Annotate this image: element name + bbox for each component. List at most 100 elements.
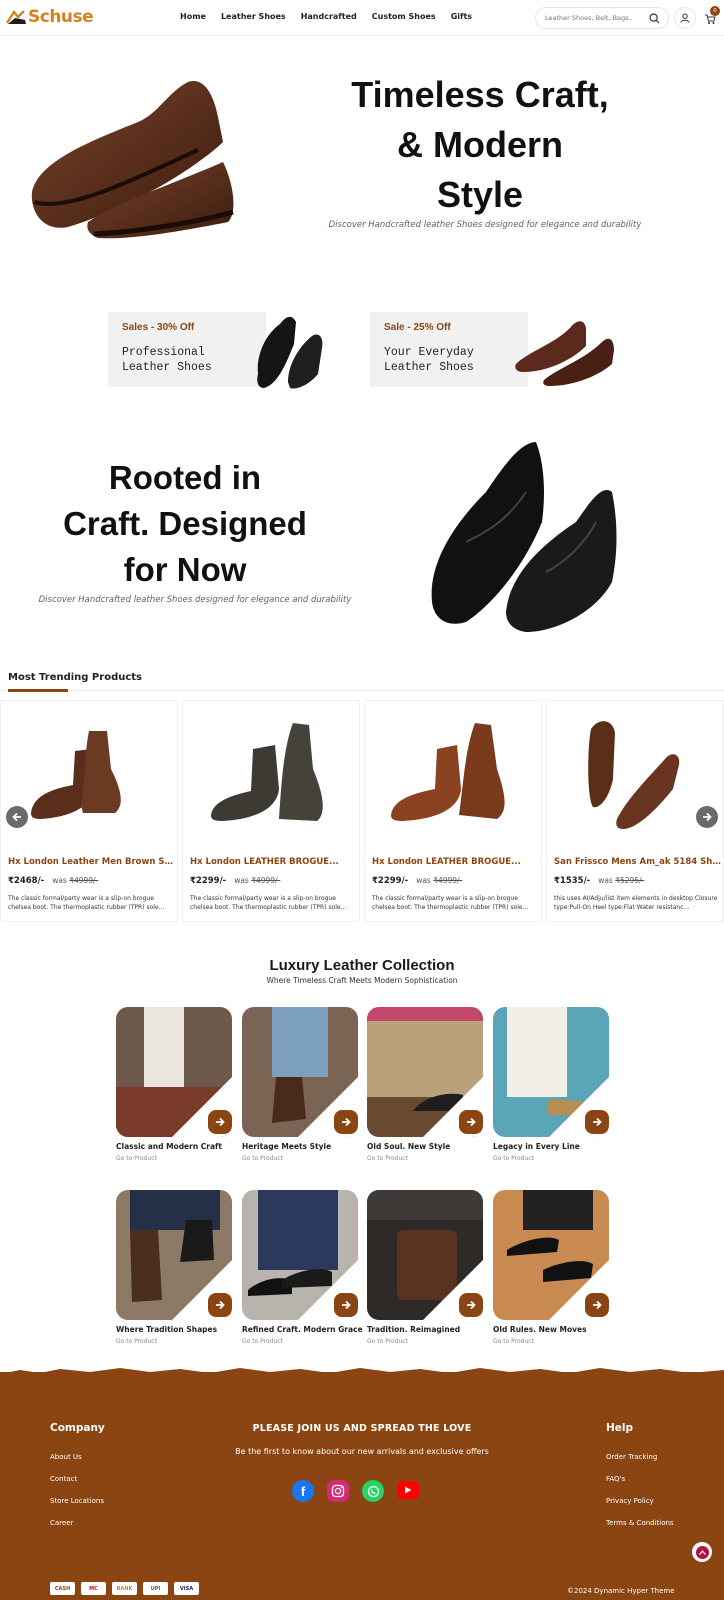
footer-link-privacy[interactable]: Privacy Policy <box>606 1497 654 1505</box>
search-input[interactable] <box>545 14 645 22</box>
collection-tile[interactable] <box>367 1190 483 1320</box>
carousel-prev-button[interactable] <box>6 806 28 828</box>
nav-gifts[interactable]: Gifts <box>451 12 472 21</box>
site-header: Schuse Home Leather Shoes Handcrafted Cu… <box>0 0 724 36</box>
search-box <box>535 7 669 29</box>
youtube-icon[interactable] <box>397 1481 419 1499</box>
tile-label[interactable]: Where Tradition Shapes <box>116 1325 217 1334</box>
tile-label[interactable]: Tradition. Reimagined <box>367 1325 460 1334</box>
footer-help-title: Help <box>606 1422 634 1434</box>
go-arrow-button[interactable] <box>459 1110 483 1134</box>
collection-tile[interactable] <box>493 1190 609 1320</box>
nav-custom-shoes[interactable]: Custom Shoes <box>372 12 436 21</box>
go-arrow-button[interactable] <box>585 1110 609 1134</box>
product-was-price: was ₹4999/- <box>234 876 281 885</box>
promo-title: Your Everyday Leather Shoes <box>384 346 474 374</box>
collection-tile[interactable] <box>367 1007 483 1137</box>
facebook-icon[interactable]: f <box>292 1480 314 1502</box>
product-was-price: was ₹5295/- <box>598 876 645 885</box>
footer-link-career[interactable]: Career <box>50 1519 73 1527</box>
collection-tile[interactable] <box>242 1190 358 1320</box>
promo-tag: Sale - 25% Off <box>384 322 451 333</box>
hero-shoe-image <box>31 81 234 239</box>
tile-label[interactable]: Legacy in Every Line <box>493 1142 580 1151</box>
nav-home[interactable]: Home <box>180 12 206 21</box>
footer-link-faq[interactable]: FAQ's <box>606 1475 625 1483</box>
go-arrow-button[interactable] <box>208 1110 232 1134</box>
promo-card-professional[interactable]: Sales - 30% Off Professional Leather Sho… <box>108 312 266 387</box>
collection-tile[interactable] <box>242 1007 358 1137</box>
arrow-right-icon <box>216 1117 225 1127</box>
tile-label[interactable]: Classic and Modern Craft <box>116 1142 222 1151</box>
tile-link[interactable]: Go to Product <box>116 1155 157 1162</box>
go-arrow-button[interactable] <box>585 1293 609 1317</box>
product-was-price: was ₹4999/- <box>52 876 99 885</box>
go-arrow-button[interactable] <box>208 1293 232 1317</box>
account-button[interactable] <box>674 7 696 29</box>
tile-label[interactable]: Refined Craft. Modern Grace <box>242 1325 363 1334</box>
search-icon[interactable] <box>649 13 660 24</box>
tile-label[interactable]: Old Rules. New Moves <box>493 1325 587 1334</box>
product-name[interactable]: Hx London LEATHER BROGUE... <box>190 857 358 867</box>
go-arrow-button[interactable] <box>334 1293 358 1317</box>
instagram-icon[interactable] <box>327 1480 349 1502</box>
product-price: ₹2299/- was ₹4999/- <box>190 876 281 886</box>
product-name[interactable]: San Frissco Mens Am_ak 5184 Shoes -... <box>554 857 722 867</box>
promo-tag: Sales - 30% Off <box>122 322 195 333</box>
bank-payment-icon: BANK <box>112 1582 137 1595</box>
hero-subtitle: Discover Handcrafted leather Shoes desig… <box>328 220 642 230</box>
footer-link-stores[interactable]: Store Locations <box>50 1497 104 1505</box>
visa-icon: VISA <box>174 1582 199 1595</box>
arrow-left-icon <box>12 812 21 822</box>
product-card[interactable]: Hx London LEATHER BROGUE... ₹2299/- was … <box>364 700 542 922</box>
rooted-subtitle: Discover Handcrafted leather Shoes desig… <box>38 595 352 605</box>
trending-accent-bar <box>8 689 68 692</box>
collection-tile[interactable] <box>116 1190 232 1320</box>
tile-link[interactable]: Go to Product <box>116 1338 157 1345</box>
brand-name: Schuse <box>28 7 94 27</box>
tile-label[interactable]: Old Soul. New Style <box>367 1142 450 1151</box>
tile-label[interactable]: Heritage Meets Style <box>242 1142 331 1151</box>
footer-link-order-tracking[interactable]: Order Tracking <box>606 1453 657 1461</box>
promo-card-everyday[interactable]: Sale - 25% Off Your Everyday Leather Sho… <box>370 312 528 387</box>
trending-divider <box>0 690 724 691</box>
product-name[interactable]: Hx London Leather Men Brown Sturd... <box>8 857 176 867</box>
arrow-right-icon <box>216 1300 225 1310</box>
scroll-to-top-button[interactable] <box>692 1542 712 1562</box>
tile-link[interactable]: Go to Product <box>493 1155 534 1162</box>
nav-leather-shoes[interactable]: Leather Shoes <box>221 12 286 21</box>
product-name[interactable]: Hx London LEATHER BROGUE... <box>372 857 540 867</box>
brand-logo[interactable]: Schuse <box>6 7 94 27</box>
arrow-right-icon <box>467 1300 476 1310</box>
carousel-next-button[interactable] <box>696 806 718 828</box>
tile-link[interactable]: Go to Product <box>367 1338 408 1345</box>
collection-tile[interactable] <box>493 1007 609 1137</box>
tile-link[interactable]: Go to Product <box>493 1338 534 1345</box>
nav-handcrafted[interactable]: Handcrafted <box>301 12 357 21</box>
tile-link[interactable]: Go to Product <box>242 1338 283 1345</box>
product-description: The classic formal/party wear is a slip-… <box>372 895 529 911</box>
footer-link-contact[interactable]: Contact <box>50 1475 77 1483</box>
whatsapp-icon[interactable] <box>362 1480 384 1502</box>
arrow-right-icon <box>342 1300 351 1310</box>
footer-copyright: ©2024 Dynamic Hyper Theme <box>567 1587 675 1595</box>
cart-button[interactable]: 0 <box>700 6 720 29</box>
tile-link[interactable]: Go to Product <box>242 1155 283 1162</box>
cart-count-badge: 0 <box>710 6 720 16</box>
product-card[interactable]: Hx London LEATHER BROGUE... ₹2299/- was … <box>182 700 360 922</box>
collection-title: Luxury Leather Collection <box>269 957 455 974</box>
product-price: ₹1535/- was ₹5295/- <box>554 876 645 886</box>
arrow-right-icon <box>703 812 712 822</box>
footer-link-terms[interactable]: Terms & Conditions <box>606 1519 674 1527</box>
tile-link[interactable]: Go to Product <box>367 1155 408 1162</box>
promo-title: Professional Leather Shoes <box>122 346 212 374</box>
go-arrow-button[interactable] <box>334 1110 358 1134</box>
collection-tile[interactable] <box>116 1007 232 1137</box>
mastercard-icon: MC <box>81 1582 106 1595</box>
arrow-right-icon <box>467 1117 476 1127</box>
go-arrow-button[interactable] <box>459 1293 483 1317</box>
arrow-right-icon <box>593 1117 602 1127</box>
product-description: The classic formal/party wear is a slip-… <box>8 895 165 911</box>
product-image <box>391 723 505 821</box>
hero-title: Timeless Craft, & Modern Style <box>351 74 609 215</box>
